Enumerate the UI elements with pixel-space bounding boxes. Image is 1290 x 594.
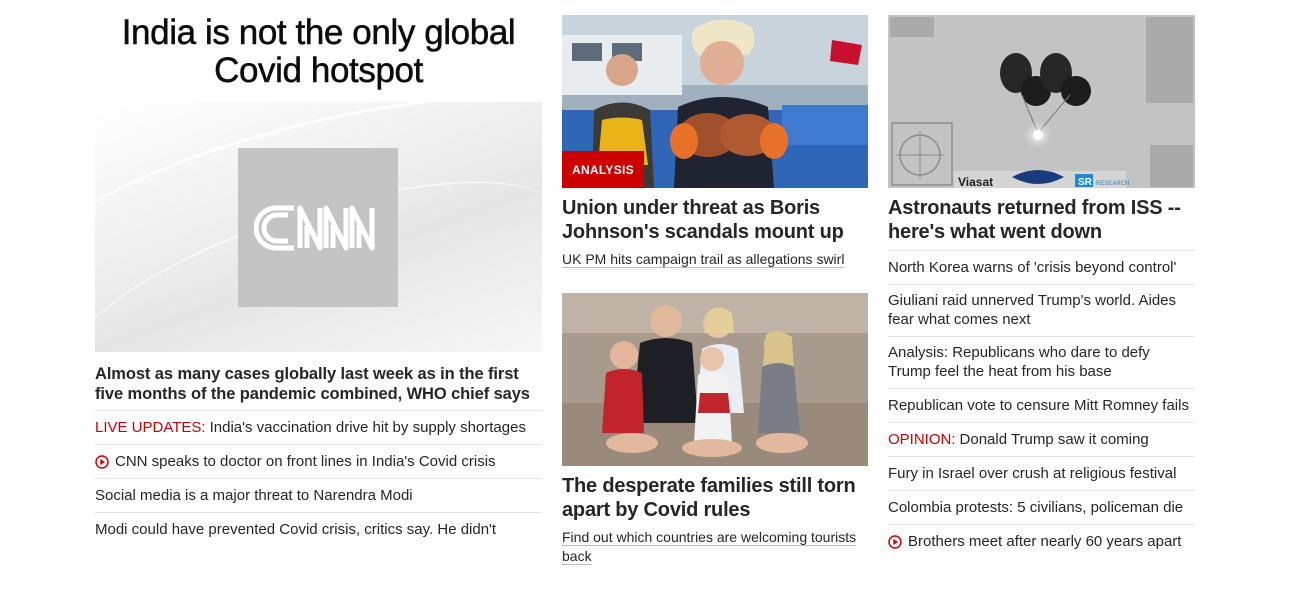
list-item-text: Fury in Israel over crush at religious f…: [888, 465, 1177, 482]
list-item[interactable]: Analysis: Republicans who dare to defy T…: [888, 337, 1195, 389]
list-item[interactable]: Giuliani raid unnerved Trump's world. Ai…: [888, 285, 1195, 337]
lead-link-list: LIVE UPDATES: India's vaccination drive …: [95, 410, 542, 546]
cnn-logo-icon: [254, 205, 375, 250]
list-item[interactable]: Modi could have prevented Covid crisis, …: [95, 513, 542, 546]
story-card-astronauts: Viasat SR RESEARCH Astronauts returned f…: [888, 15, 1195, 244]
right-link-list: North Korea warns of 'crisis beyond cont…: [888, 250, 1195, 558]
lead-column: India is not the only global Covid hotsp…: [95, 13, 542, 546]
right-column: Viasat SR RESEARCH Astronauts returned f…: [888, 15, 1195, 558]
play-icon: [95, 454, 109, 469]
families-sub-link[interactable]: Find out which countries are welcoming t…: [562, 529, 857, 565]
lead-banner-title[interactable]: India is not the only global Covid hotsp…: [95, 13, 542, 90]
list-item[interactable]: North Korea warns of 'crisis beyond cont…: [888, 251, 1195, 285]
viasat-logo-text: Viasat: [958, 175, 993, 188]
family-beach-photo[interactable]: [562, 293, 868, 466]
boris-headline-link[interactable]: Union under threat as Boris Johnson's sc…: [562, 196, 868, 244]
list-item-text: Republican vote to censure Mitt Romney f…: [888, 397, 1189, 414]
families-sub-wrap: Find out which countries are welcoming t…: [562, 528, 868, 566]
capsule-splashdown-photo[interactable]: Viasat SR RESEARCH: [888, 15, 1195, 188]
story-card-families: The desperate families still torn apart …: [562, 293, 868, 566]
boris-johnson-photo[interactable]: ANALYSIS: [562, 15, 868, 188]
list-item-text: North Korea warns of 'crisis beyond cont…: [888, 259, 1177, 276]
list-item[interactable]: Brothers meet after nearly 60 years apar…: [888, 525, 1195, 558]
astronauts-headline-link[interactable]: Astronauts returned from ISS -- here's w…: [888, 196, 1195, 244]
sr-logo-text: SR: [1078, 177, 1093, 188]
capsule-photo-illustration: Viasat SR RESEARCH: [888, 15, 1195, 188]
opinion-kicker: OPINION:: [888, 431, 956, 448]
list-item[interactable]: Social media is a major threat to Narend…: [95, 479, 542, 513]
family-photo-illustration: [562, 293, 868, 466]
story-card-boris: ANALYSIS Union under threat as Boris Joh…: [562, 15, 868, 269]
lead-headline-link[interactable]: Almost as many cases globally last week …: [95, 364, 542, 404]
list-item[interactable]: CNN speaks to doctor on front lines in I…: [95, 445, 542, 479]
boris-sub-link[interactable]: UK PM hits campaign trail as allegations…: [562, 251, 845, 268]
research-logo-text: RESEARCH: [1096, 181, 1129, 187]
families-headline-link[interactable]: The desperate families still torn apart …: [562, 474, 868, 522]
middle-column: ANALYSIS Union under threat as Boris Joh…: [562, 15, 868, 566]
list-item-text: Brothers meet after nearly 60 years apar…: [908, 533, 1182, 550]
play-icon: [888, 534, 902, 549]
list-item-text: Colombia protests: 5 civilians, policema…: [888, 499, 1184, 516]
list-item[interactable]: OPINION: Donald Trump saw it coming: [888, 423, 1195, 457]
list-item[interactable]: Republican vote to censure Mitt Romney f…: [888, 389, 1195, 423]
list-item-text: Giuliani raid unnerved Trump's world. Ai…: [888, 292, 1177, 328]
lead-image[interactable]: [95, 102, 542, 352]
list-item-text: CNN speaks to doctor on front lines in I…: [115, 453, 496, 470]
list-item-text: India's vaccination drive hit by supply …: [209, 419, 526, 436]
boris-sub-wrap: UK PM hits campaign trail as allegations…: [562, 250, 868, 269]
list-item-text: Analysis: Republicans who dare to defy T…: [888, 344, 1150, 380]
list-item-text: Modi could have prevented Covid crisis, …: [95, 521, 497, 538]
list-item-text: Donald Trump saw it coming: [959, 431, 1149, 448]
analysis-badge: ANALYSIS: [562, 151, 644, 188]
live-updates-kicker: LIVE UPDATES:: [95, 419, 206, 436]
list-item[interactable]: Fury in Israel over crush at religious f…: [888, 457, 1195, 491]
list-item[interactable]: LIVE UPDATES: India's vaccination drive …: [95, 411, 542, 445]
list-item-text: Social media is a major threat to Narend…: [95, 487, 413, 504]
list-item[interactable]: Colombia protests: 5 civilians, policema…: [888, 491, 1195, 525]
cnn-logo-placeholder: [238, 148, 398, 307]
